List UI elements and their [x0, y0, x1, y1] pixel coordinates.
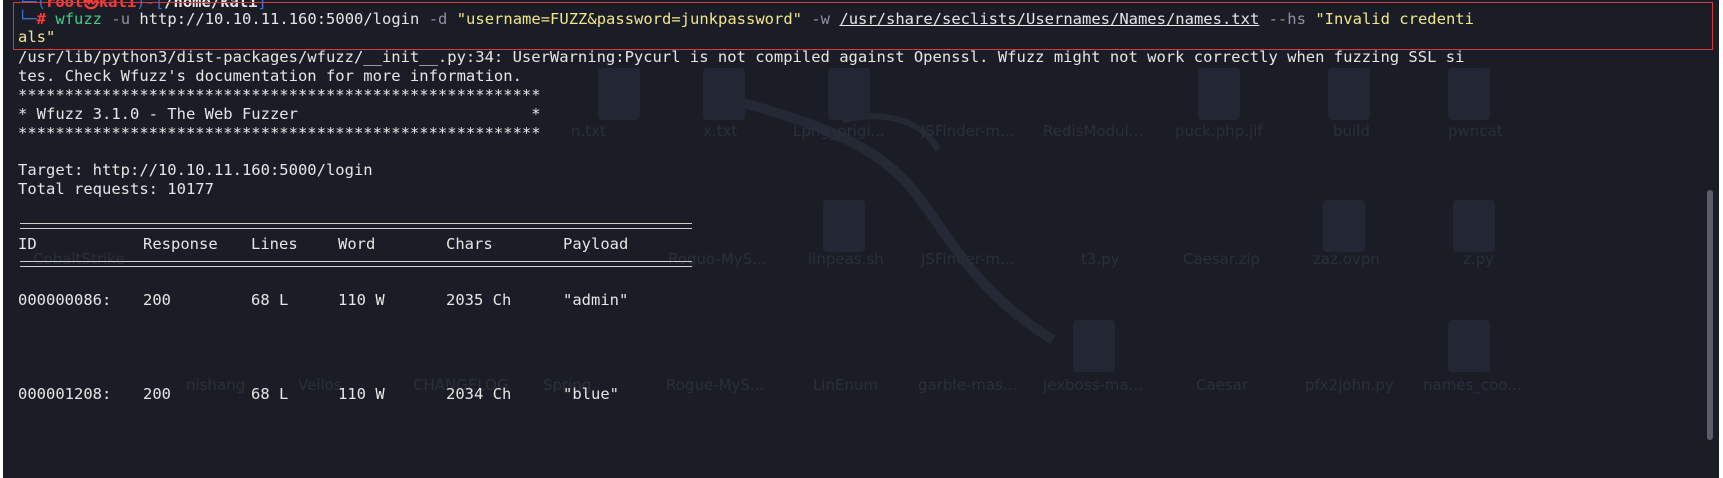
banner-title: * Wfuzz 3.1.0 - The Web Fuzzer *: [18, 105, 541, 123]
row-chars: 2034 Ch: [446, 385, 512, 403]
desktop-label: x.txt: [703, 122, 738, 140]
desktop-label: RedisModul...: [1043, 122, 1144, 140]
desktop-label: zaz.ovpn: [1313, 250, 1380, 268]
command-line-wrap: als": [18, 28, 56, 46]
desktop-file-icon: [1448, 320, 1490, 372]
banner-border: ****************************************…: [18, 86, 541, 104]
row-lines: 68 L: [251, 291, 289, 309]
desktop-file-icon: [1323, 200, 1365, 252]
desktop-label: JSFinder-m...: [921, 250, 1015, 268]
desktop-file-icon: [1198, 68, 1240, 120]
table-top-rule: [20, 223, 692, 229]
desktop-file-icon: [703, 68, 745, 120]
desktop-label: Rogue-MyS...: [666, 376, 765, 394]
row-lines: 68 L: [251, 385, 289, 403]
row-response: 200: [143, 291, 171, 309]
post-data-argument: "username=FUZZ&password=junkpassword": [456, 10, 802, 28]
desktop-file-icon: [1448, 68, 1490, 120]
banner-border: ****************************************…: [18, 124, 541, 142]
desktop-label: Caesar: [1196, 376, 1249, 394]
header-chars: Chars: [446, 235, 493, 253]
desktop-file-icon: [1328, 68, 1370, 120]
warning-line: /usr/lib/python3/dist-packages/wfuzz/__i…: [18, 48, 1465, 66]
command-line[interactable]: └─# wfuzz -u http://10.10.11.160:5000/lo…: [18, 10, 1474, 28]
prompt-hash: #: [36, 10, 47, 28]
desktop-label: n.txt: [571, 122, 606, 140]
terminal-scrollbar[interactable]: [1707, 190, 1713, 440]
header-id: ID: [18, 235, 37, 253]
header-response: Response: [143, 235, 218, 253]
wordlist-path: /usr/share/seclists/Usernames/Names/name…: [839, 10, 1260, 28]
desktop-label: Lpng_origi...: [793, 122, 885, 140]
row-word: 110 W: [338, 291, 385, 309]
desktop-label: t3.py: [1081, 250, 1120, 268]
url-argument: http://10.10.11.160:5000/login: [139, 10, 420, 28]
desktop-label: Caesar.zip: [1183, 250, 1261, 268]
terminal-window[interactable]: n.txt x.txt Lpng_origi... JSFinder-m... …: [3, 0, 1719, 478]
desktop-file-icon: [598, 68, 640, 120]
desktop-file-icon: [1453, 200, 1495, 252]
header-lines: Lines: [251, 235, 298, 253]
desktop-label: nishang: [186, 376, 246, 394]
row-payload: "admin": [563, 291, 629, 309]
desktop-label: garble-mas...: [918, 376, 1018, 394]
header-word: Word: [338, 235, 376, 253]
desktop-file-icon: [823, 200, 865, 252]
desktop-label: linpeas.sh: [808, 250, 884, 268]
desktop-label: pwncat: [1448, 122, 1503, 140]
row-id: 000000086:: [18, 291, 112, 309]
total-requests-line: Total requests: 10177: [18, 180, 214, 198]
desktop-label: pfx2john.py: [1305, 376, 1394, 394]
target-line: Target: http://10.10.11.160:5000/login: [18, 161, 373, 179]
desktop-label: Veilos: [298, 376, 342, 394]
row-word: 110 W: [338, 385, 385, 403]
desktop-label: puck.php.jif: [1175, 122, 1263, 140]
desktop-file-icon: [1073, 320, 1115, 372]
row-chars: 2035 Ch: [446, 291, 512, 309]
desktop-label: LinEnum: [813, 376, 879, 394]
row-payload: "blue": [563, 385, 619, 403]
desktop-label: z.py: [1463, 250, 1495, 268]
warning-line: tes. Check Wfuzz's documentation for mor…: [18, 67, 522, 85]
row-id: 000001208:: [18, 385, 112, 403]
table-header-rule: [20, 261, 692, 267]
desktop-label: jexboss-ma...: [1043, 376, 1143, 394]
header-payload: Payload: [563, 235, 629, 253]
desktop-label: names_coo...: [1423, 376, 1522, 394]
desktop-label: build: [1333, 122, 1370, 140]
command-name: wfuzz: [55, 10, 103, 28]
desktop-file-icon: [828, 68, 870, 120]
row-response: 200: [143, 385, 171, 403]
desktop-label: JSFinder-m...: [921, 122, 1015, 140]
